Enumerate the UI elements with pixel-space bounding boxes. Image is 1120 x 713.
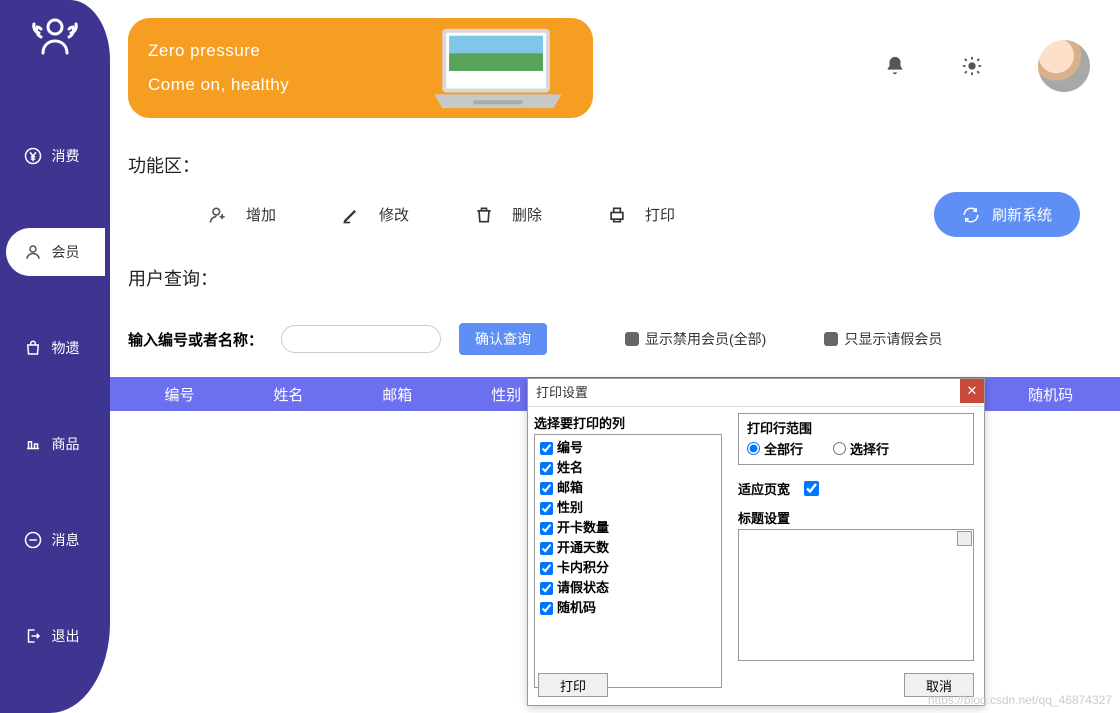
avatar[interactable]	[1038, 40, 1090, 92]
query-title: 用户查询：	[128, 265, 1120, 291]
col-item[interactable]: 开通天数	[540, 538, 716, 558]
banner: Zero pressure Come on, healthy	[128, 18, 593, 118]
sidebar-item-label: 会员	[52, 242, 80, 262]
dialog-print-button[interactable]: 打印	[538, 673, 608, 697]
app-logo	[20, 12, 90, 62]
fit-width-label: 适应页宽	[738, 479, 790, 498]
title-setting-label: 标题设置	[738, 508, 974, 527]
dialog-close-button[interactable]: ✕	[960, 379, 984, 403]
sidebar-item-label: 消费	[52, 146, 80, 166]
tool-print[interactable]: 打印	[607, 204, 675, 225]
col-item[interactable]: 随机码	[540, 598, 716, 618]
sidebar-item-message[interactable]: 消息	[6, 516, 105, 564]
goods-icon	[24, 435, 42, 453]
columns-listbox[interactable]: 编号 姓名 邮箱 性别 开卡数量 开通天数 卡内积分 请假状态 随机码	[534, 434, 722, 688]
query-row: 输入编号或者名称： 确认查询 显示禁用会员(全部) 只显示请假会员	[128, 323, 1120, 355]
checkbox-icon	[824, 332, 838, 346]
bell-icon[interactable]	[884, 55, 906, 77]
col-item[interactable]: 性别	[540, 498, 716, 518]
banner-line1: Zero pressure	[148, 34, 423, 68]
query-input[interactable]	[281, 325, 441, 353]
range-group: 打印行范围 全部行 选择行	[738, 413, 974, 465]
dialog-title-bar[interactable]: 打印设置 ✕	[528, 379, 984, 407]
sidebar-item-exit[interactable]: 退出	[6, 612, 105, 660]
toolbar: 增加 修改 删除 打印 刷新系统	[128, 192, 1120, 237]
col-item[interactable]: 卡内积分	[540, 558, 716, 578]
th-id: 编号	[125, 384, 234, 405]
tool-add[interactable]: 增加	[208, 204, 276, 225]
col-item[interactable]: 请假状态	[540, 578, 716, 598]
range-sel-radio[interactable]: 选择行	[833, 439, 889, 458]
sidebar-item-label: 物遗	[52, 338, 80, 358]
only-leave-checkbox[interactable]: 只显示请假会员	[824, 329, 942, 349]
print-dialog: 打印设置 ✕ 选择要打印的列 编号 姓名 邮箱 性别 开卡数量 开通天数 卡内积…	[527, 378, 985, 706]
message-icon	[24, 531, 42, 549]
range-all-radio[interactable]: 全部行	[747, 439, 803, 458]
tool-delete[interactable]: 删除	[474, 204, 542, 225]
tool-edit[interactable]: 修改	[341, 204, 409, 225]
laptop-image	[423, 24, 573, 112]
pencil-icon	[341, 205, 361, 225]
query-input-label: 输入编号或者名称：	[128, 329, 263, 350]
col-item[interactable]: 开卡数量	[540, 518, 716, 538]
add-user-icon	[208, 205, 228, 225]
checkbox-icon	[625, 332, 639, 346]
fit-width-checkbox[interactable]	[804, 481, 819, 496]
sidebar-item-goods[interactable]: 商品	[6, 420, 105, 468]
col-item[interactable]: 编号	[540, 438, 716, 458]
main-area: Zero pressure Come on, healthy 功能区： 增加 修…	[110, 0, 1120, 713]
sidebar-item-label: 消息	[52, 530, 80, 550]
exit-icon	[24, 627, 42, 645]
refresh-icon	[962, 206, 980, 224]
th-name: 姓名	[234, 384, 343, 405]
banner-line2: Come on, healthy	[148, 68, 423, 102]
topbar	[884, 40, 1090, 92]
user-icon	[24, 243, 42, 261]
sidebar-item-label: 商品	[52, 434, 80, 454]
sidebar-item-member[interactable]: 会员	[6, 228, 105, 276]
sidebar: 消费 会员 物遗 商品 消息 退出	[0, 0, 110, 713]
th-random: 随机码	[996, 384, 1105, 405]
refresh-button[interactable]: 刷新系统	[934, 192, 1080, 237]
col-item[interactable]: 姓名	[540, 458, 716, 478]
function-area-label: 功能区：	[128, 152, 1120, 178]
title-textarea[interactable]	[738, 529, 974, 661]
print-icon	[607, 205, 627, 225]
sidebar-item-consume[interactable]: 消费	[6, 132, 105, 180]
col-item[interactable]: 邮箱	[540, 478, 716, 498]
columns-label: 选择要打印的列	[534, 413, 722, 432]
yen-icon	[24, 147, 42, 165]
watermark: https://blog.csdn.net/qq_46874327	[928, 693, 1112, 707]
th-email: 邮箱	[343, 384, 452, 405]
show-disabled-checkbox[interactable]: 显示禁用会员(全部)	[625, 329, 766, 349]
bag-icon	[24, 339, 42, 357]
gear-icon[interactable]	[961, 55, 983, 77]
trash-icon	[474, 205, 494, 225]
confirm-query-button[interactable]: 确认查询	[459, 323, 547, 355]
sidebar-item-lost[interactable]: 物遗	[6, 324, 105, 372]
sidebar-item-label: 退出	[52, 626, 80, 646]
